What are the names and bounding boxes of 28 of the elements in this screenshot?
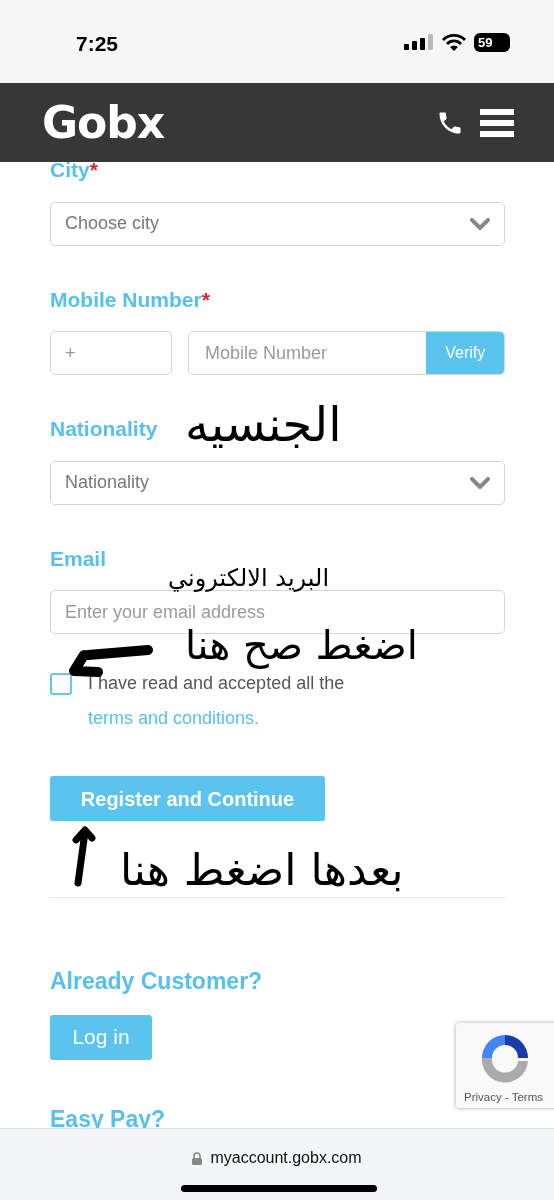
clock-time: 7:25 [76,31,119,57]
section-heading: Easy Pay? [50,1104,167,1134]
field-label: Nationality [50,416,158,442]
arrow-icon [70,826,96,888]
lock-icon [192,1151,203,1165]
battery-indicator: 59 [474,33,510,52]
handwritten-note: البريد الالكتروني [168,566,330,590]
select-field[interactable]: Nationality [50,460,505,505]
menu-icon[interactable] [480,108,514,137]
checkbox[interactable] [50,673,72,695]
chevron-down-icon [470,217,490,230]
logo[interactable]: Gobx [42,100,165,145]
handwritten-note: الجنسيه [185,400,342,448]
section-heading: Already Customer? [50,967,264,996]
field-label: City [50,157,90,183]
recaptcha-links[interactable]: Privacy - Terms [464,1089,544,1107]
wifi-icon [442,33,466,52]
required-mark: * [89,157,98,183]
field-label: Mobile Number [50,286,202,313]
signal-icon [404,33,434,52]
field-label: Email [50,545,107,572]
required-mark: * [201,286,210,313]
handwritten-note: بعدها اضغط هنا [120,848,404,892]
chevron-down-icon [470,476,490,489]
select-field[interactable]: Choose city [50,201,505,246]
url-text[interactable]: myaccount.gobx.com [210,1146,362,1170]
country-code-field[interactable]: + [50,331,172,375]
terms-text: I have read and accepted all the [88,672,345,695]
